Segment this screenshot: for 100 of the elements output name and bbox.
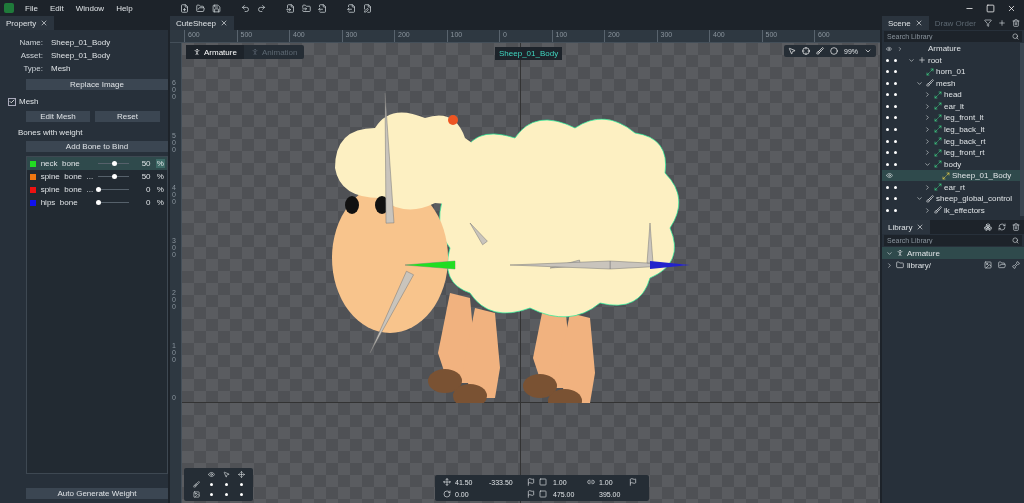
grid-dot[interactable] (224, 493, 228, 496)
image-add-icon (984, 261, 992, 269)
bone-row[interactable]: spine bone ... 0 % (27, 183, 167, 196)
slider-thumb[interactable] (111, 174, 117, 179)
lock-dot[interactable] (894, 139, 897, 143)
mesh-checkbox[interactable] (8, 97, 16, 106)
brush-icon (926, 194, 934, 203)
tree-item[interactable]: head (882, 89, 1020, 101)
eye-icon (886, 45, 892, 52)
lock-dot[interactable] (894, 151, 897, 155)
collapsed-caret-icon (924, 183, 931, 191)
lock-dot[interactable] (894, 128, 897, 131)
tree-item[interactable]: leg_front_lt (882, 112, 1020, 124)
tree-item[interactable]: body (882, 158, 1020, 170)
tree-item-label: body (944, 159, 962, 169)
tree-item[interactable]: Sheep_01_Body (882, 169, 1020, 182)
tree-item-label: leg_back_rt (944, 136, 986, 146)
lock-dot[interactable] (894, 104, 897, 108)
reset-button[interactable]: Reset (95, 111, 160, 122)
tree-item[interactable]: sheep_global_control (882, 192, 1020, 205)
refresh-icon (998, 223, 1006, 231)
visibility-dot[interactable] (886, 104, 889, 108)
mode-tab[interactable]: Armature (186, 45, 244, 59)
visibility-dot[interactable] (886, 93, 889, 97)
lock-dot[interactable] (894, 197, 897, 201)
panel-tab[interactable]: Scene (882, 16, 929, 30)
bone-row[interactable]: neck bone 50 % (27, 157, 167, 170)
visibility-dot[interactable] (886, 162, 889, 166)
visibility-dot[interactable] (886, 81, 889, 85)
property-tab[interactable]: Property (0, 16, 55, 30)
tree-item[interactable]: mesh (882, 77, 1020, 90)
library-item-label: library/ (907, 260, 931, 270)
add-bone-button[interactable]: Add Bone to Bind (26, 141, 168, 152)
weight-value: 50 (140, 159, 151, 168)
visibility-dot[interactable] (886, 197, 889, 201)
running-figure-icon (250, 48, 259, 56)
tree-item[interactable]: leg_front_rt (882, 146, 1020, 159)
visibility-dot[interactable] (886, 139, 889, 143)
tree-item-label: leg_front_rt (944, 148, 985, 158)
library-item[interactable]: library/ (882, 259, 1024, 271)
move-icon (237, 471, 245, 478)
percent-unit: % (155, 172, 165, 181)
menu-item[interactable]: File (20, 3, 43, 13)
grid-dot[interactable] (224, 483, 228, 486)
library-tab[interactable]: Library (882, 220, 931, 234)
tree-item[interactable]: horn_01 (882, 66, 1020, 78)
brush-icon (192, 481, 200, 488)
lock-dot[interactable] (894, 208, 897, 212)
dropdown-caret-icon (864, 47, 872, 55)
figure-icon (193, 48, 201, 56)
undo-icon (240, 3, 250, 13)
menu-item[interactable]: Edit (44, 3, 69, 13)
tree-item[interactable]: ear_rt (882, 181, 1020, 193)
rotate-icon (443, 490, 451, 498)
library-item[interactable]: Armature (882, 247, 1024, 259)
field-label: Type: (22, 64, 44, 73)
visibility-dot[interactable] (886, 185, 889, 189)
lock-dot[interactable] (894, 81, 897, 85)
field-value: Sheep_01_Body (51, 38, 111, 47)
folder-icon (195, 3, 205, 13)
visibility-dot[interactable] (886, 116, 889, 120)
lock-dot[interactable] (894, 58, 897, 62)
edit-mesh-button[interactable]: Edit Mesh (26, 111, 91, 122)
grid-dot[interactable] (239, 483, 243, 486)
menu-item[interactable]: Window (70, 3, 110, 13)
tree-item-label: ear_lt (944, 101, 964, 111)
lock-dot[interactable] (894, 116, 897, 120)
visibility-dot[interactable] (886, 151, 889, 155)
lock-dot[interactable] (894, 185, 897, 189)
slider-thumb[interactable] (96, 187, 102, 192)
checkbox-label: Mesh (19, 97, 39, 106)
visibility-dot[interactable] (886, 70, 889, 74)
tree-item[interactable]: ik_effectors (882, 204, 1020, 216)
tree-item[interactable]: leg_back_lt (882, 123, 1020, 136)
tree-item[interactable]: ear_lt (882, 100, 1020, 113)
tree-item[interactable]: root (882, 54, 1020, 67)
document-tab[interactable]: CuteSheep (170, 16, 235, 30)
grid-dot[interactable] (239, 493, 243, 496)
tree-item-label: root (928, 55, 942, 65)
bone-row[interactable]: hips bone 0 % (27, 196, 167, 209)
visibility-dot[interactable] (886, 128, 889, 131)
expanded-caret-icon (924, 160, 931, 168)
visibility-dot[interactable] (886, 58, 889, 62)
grid-dot[interactable] (209, 493, 213, 496)
lock-dot[interactable] (894, 162, 897, 166)
folder-icon (998, 261, 1006, 269)
slider-thumb[interactable] (96, 200, 102, 205)
bone-name: spine bone ... (40, 172, 94, 181)
auto-generate-button[interactable]: Auto Generate Weight (26, 488, 168, 499)
tree-item[interactable]: leg_back_rt (882, 135, 1020, 147)
lock-dot[interactable] (894, 93, 897, 97)
tree-item-label: mesh (936, 78, 956, 88)
replace-image-button[interactable]: Replace Image (26, 79, 168, 90)
slider-thumb[interactable] (111, 161, 117, 166)
bone-row[interactable]: spine bone ... 50 % (27, 170, 167, 183)
close-icon (40, 19, 49, 27)
menu-item[interactable]: Help (111, 3, 138, 13)
lock-dot[interactable] (894, 70, 897, 74)
visibility-dot[interactable] (886, 208, 889, 212)
grid-dot[interactable] (209, 483, 213, 486)
